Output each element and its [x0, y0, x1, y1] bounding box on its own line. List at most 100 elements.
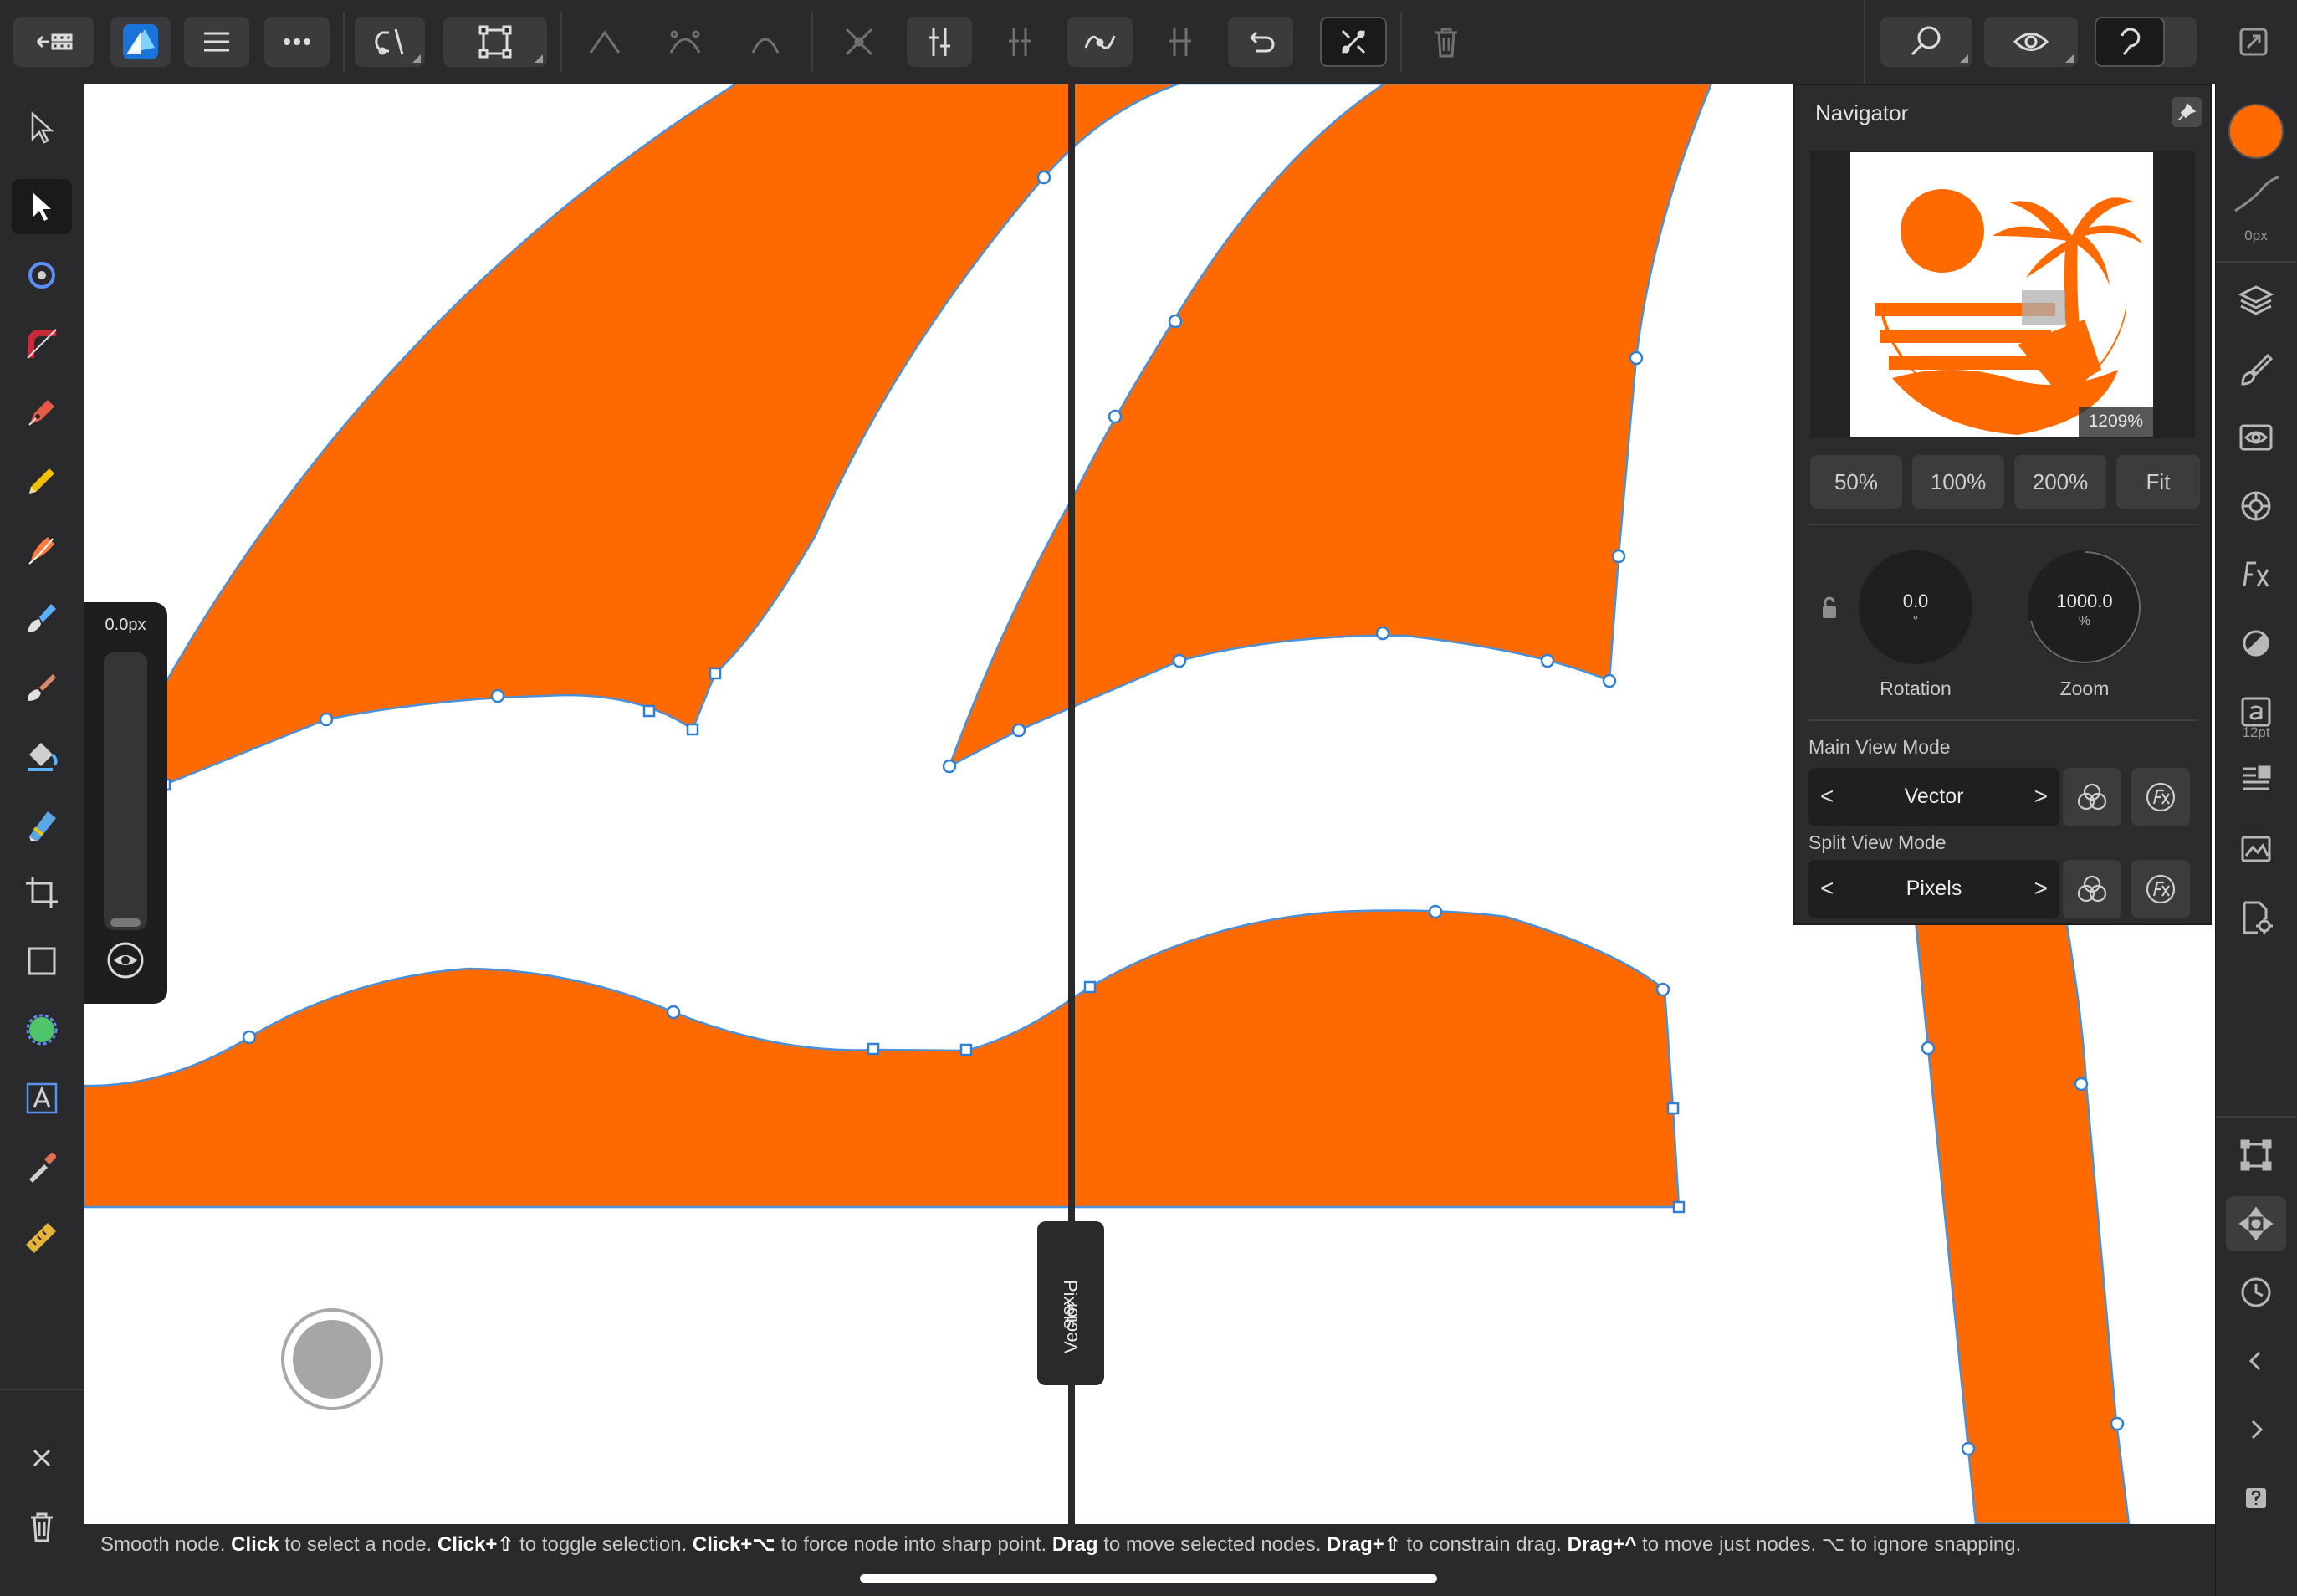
- color-studio-button[interactable]: [2226, 478, 2286, 534]
- stroke-preview-icon[interactable]: [2228, 174, 2284, 216]
- rotation-dial[interactable]: 0.0 °: [1859, 550, 1972, 664]
- layers-studio-button[interactable]: [2226, 273, 2286, 328]
- flood-fill-tool[interactable]: [12, 728, 72, 783]
- break-curve-button[interactable]: [831, 17, 887, 67]
- zoom-fit-button[interactable]: Fit: [2116, 455, 2200, 509]
- delete-node-button[interactable]: [1419, 17, 1474, 67]
- next-arrow-icon[interactable]: >: [2034, 783, 2048, 810]
- zoom-200-button[interactable]: 200%: [2014, 455, 2106, 509]
- node-tool[interactable]: [12, 179, 72, 234]
- more-button[interactable]: [264, 17, 330, 67]
- point-transform-tool[interactable]: [12, 248, 72, 303]
- close-curve-button[interactable]: [907, 17, 972, 67]
- split-view-color-button[interactable]: [2063, 860, 2121, 918]
- smooth-curve-button[interactable]: [992, 17, 1047, 67]
- app-logo-button[interactable]: [110, 17, 171, 67]
- join-curves-icon: [1084, 35, 1116, 49]
- fill-tool[interactable]: [12, 591, 72, 646]
- color-picker-tool[interactable]: [12, 1139, 72, 1194]
- orange-wave[interactable]: [84, 909, 1681, 1209]
- brush-size-slider[interactable]: 0.0px: [84, 602, 167, 1004]
- navigator-preview-area[interactable]: 1209%: [1810, 151, 2195, 438]
- sharp-node-button[interactable]: [577, 17, 632, 67]
- zoom-dial[interactable]: 1000.0 %: [2028, 550, 2141, 664]
- smooth-node-button[interactable]: [657, 17, 713, 67]
- text-styles-studio-button[interactable]: [2226, 753, 2286, 808]
- undo-redo-button[interactable]: [2095, 17, 2197, 67]
- size-thumb[interactable]: [110, 918, 141, 927]
- artistic-text-tool[interactable]: [12, 1071, 72, 1126]
- split-view-mode-selector[interactable]: < Pixels >: [1808, 860, 2059, 918]
- panel-title: Navigator: [1815, 100, 1909, 125]
- orange-shape-middle[interactable]: [947, 84, 1713, 769]
- eyedropper-icon: [29, 1153, 56, 1183]
- smart-node-button[interactable]: [738, 17, 793, 67]
- join-curves-button[interactable]: [1067, 17, 1133, 67]
- corner-tool[interactable]: [12, 316, 72, 371]
- layers-icon: [2238, 285, 2274, 315]
- floating-modifier-button[interactable]: [281, 1308, 383, 1410]
- reverse-curve-button[interactable]: [1153, 17, 1208, 67]
- assets-studio-button[interactable]: [2226, 821, 2286, 877]
- pin-button[interactable]: [2172, 97, 2202, 127]
- split-view-handle[interactable]: Vector Pixels: [1037, 1221, 1104, 1385]
- view-tool-button[interactable]: [1880, 17, 1972, 67]
- vector-brush-tool[interactable]: [12, 522, 72, 577]
- main-view-mode-selector[interactable]: < Vector >: [1808, 768, 2059, 826]
- back-to-gallery-button[interactable]: [13, 17, 94, 67]
- undo-node-button[interactable]: [1228, 17, 1293, 67]
- previous-arrow-icon[interactable]: <: [1820, 783, 1834, 810]
- rectangle-tool[interactable]: [12, 934, 72, 989]
- cancel-button[interactable]: [12, 1430, 72, 1486]
- pencil-tool[interactable]: [12, 453, 72, 509]
- measure-tool[interactable]: [12, 1208, 72, 1263]
- help-button[interactable]: [2226, 1471, 2286, 1526]
- main-view-fx-button[interactable]: [2131, 768, 2190, 826]
- sharp-node-icon: [589, 30, 621, 54]
- precision-icon[interactable]: [105, 940, 146, 980]
- crop-icon: [26, 877, 58, 908]
- menu-button[interactable]: [184, 17, 249, 67]
- shape-tool[interactable]: [12, 1002, 72, 1057]
- main-view-color-button[interactable]: [2063, 768, 2121, 826]
- pen-tool[interactable]: [12, 385, 72, 440]
- brushes-studio-button[interactable]: [2226, 341, 2286, 396]
- size-track[interactable]: [104, 652, 147, 930]
- styles-studio-button[interactable]: [2226, 616, 2286, 671]
- undo-history-button[interactable]: [2095, 17, 2165, 67]
- toolbar-separator: [560, 12, 562, 72]
- document-gear-icon: [2243, 901, 2273, 934]
- point-transform-icon: [28, 262, 55, 289]
- delete-button[interactable]: [12, 1499, 72, 1554]
- fill-color-swatch[interactable]: [2228, 104, 2284, 159]
- zoom-50-button[interactable]: 50%: [1810, 455, 1902, 509]
- main-view-mode-value: Vector: [1904, 785, 1964, 808]
- transform-mode-button[interactable]: [443, 17, 547, 67]
- move-tool[interactable]: [12, 100, 72, 156]
- zoom-value: 1000.0: [2056, 591, 2113, 611]
- crop-tool[interactable]: [12, 865, 72, 920]
- effects-studio-button[interactable]: [2226, 547, 2286, 602]
- paint-brush-tool[interactable]: [12, 659, 72, 714]
- collapse-right-button[interactable]: [2226, 1402, 2286, 1457]
- transparency-tool[interactable]: [12, 796, 72, 852]
- fullscreen-button[interactable]: [2228, 17, 2279, 67]
- orange-stroke-right[interactable]: [1914, 918, 2131, 1524]
- history-studio-button[interactable]: [2226, 1265, 2286, 1320]
- snapping-button[interactable]: [355, 17, 425, 67]
- navigator-studio-button[interactable]: [2226, 1196, 2286, 1251]
- zoom-100-button[interactable]: 100%: [1912, 455, 2004, 509]
- home-indicator[interactable]: [860, 1574, 1437, 1583]
- appearance-studio-button[interactable]: [2226, 410, 2286, 465]
- split-view-fx-button[interactable]: [2131, 860, 2190, 918]
- navigator-thumbnail[interactable]: 1209%: [1850, 152, 2153, 437]
- lock-icon[interactable]: [1820, 596, 1839, 621]
- view-mode-button[interactable]: [1984, 17, 2078, 67]
- collapse-left-button[interactable]: [2226, 1333, 2286, 1389]
- convert-to-curve-button[interactable]: [1320, 17, 1387, 67]
- half-circle-icon: [2243, 630, 2269, 657]
- transform-studio-button[interactable]: [2226, 1128, 2286, 1183]
- previous-arrow-icon[interactable]: <: [1820, 875, 1834, 902]
- next-arrow-icon[interactable]: >: [2034, 875, 2048, 902]
- document-settings-button[interactable]: [2226, 890, 2286, 945]
